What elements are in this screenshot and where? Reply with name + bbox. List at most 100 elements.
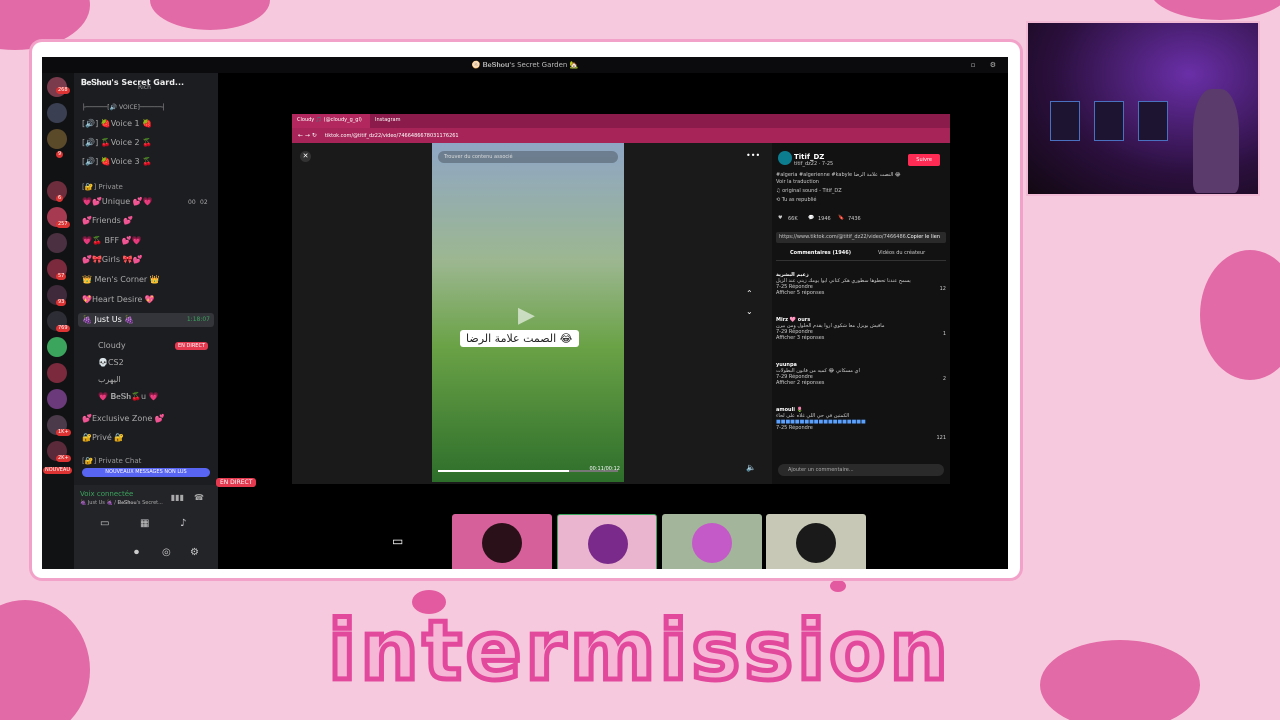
server-icon[interactable] <box>47 363 67 383</box>
server-icon[interactable] <box>47 129 67 149</box>
mic-icon[interactable]: ⏺ <box>134 547 139 558</box>
comment-likes[interactable]: 1 <box>943 331 946 337</box>
voice-channel[interactable]: 👑 Men's Corner 👑 <box>78 273 214 287</box>
like-count: 66K <box>788 216 798 222</box>
author-meta: titif_dz22 · 7-25 <box>794 161 834 167</box>
new-badge: NOUVEAU <box>43 467 72 474</box>
voice-category[interactable]: ├──────[🔊 VOICE]──────┤ <box>78 101 214 115</box>
tabs-divider <box>776 260 946 261</box>
comment-meta[interactable]: 7-25 Répondre <box>776 425 813 431</box>
private-chat-category[interactable]: [🔐] Private Chat <box>82 457 141 465</box>
browser-window: Cloudy 🎵 (@cloudy_g_gl) Instagram ← → ↻ … <box>292 114 950 484</box>
server-icon[interactable] <box>47 103 67 123</box>
voice-panel: Voix connectée 🍇 Just Us 🍇 / 𝐁𝐞𝐒𝐡𝐨𝐮's Se… <box>74 485 218 569</box>
disconnect-icon[interactable]: ☎ <box>194 493 204 502</box>
tab-comments[interactable]: Commentaires (1946) <box>790 250 851 256</box>
browser-tab[interactable]: Instagram <box>370 114 448 128</box>
avatar <box>588 524 628 564</box>
voice-channel[interactable]: [🔊] 🍓Voice 3 🍒 <box>78 155 214 169</box>
browser-tab[interactable]: Cloudy 🎵 (@cloudy_g_gl) <box>292 114 370 128</box>
show-replies[interactable]: Afficher 3 réponses <box>776 335 824 341</box>
copy-link-button[interactable]: Copier le lien <box>907 234 940 240</box>
headset-icon[interactable]: ◎ <box>162 547 171 558</box>
soundboard-icon[interactable]: ♪ <box>180 518 186 529</box>
server-badge: 9 <box>56 151 64 158</box>
show-replies[interactable]: Afficher 5 réponses <box>776 290 824 296</box>
monitor-icon: ▭ <box>392 534 404 548</box>
voice-channel[interactable]: [🔊] 🍒Voice 2 🍒 <box>78 136 214 150</box>
like-icon[interactable]: ♥ <box>778 215 782 221</box>
comment-item: yuunpa اي مسكاني 😂 كميه من قانون البطولا… <box>776 362 946 386</box>
signal-icon: ▮▮▮ <box>170 493 184 502</box>
follow-button[interactable]: Suivre <box>908 154 940 166</box>
voice-channel[interactable]: 💗🍒 BFF 💕💗 <box>78 234 214 248</box>
screen-tile[interactable]: ▭ <box>348 514 448 569</box>
monitor <box>1094 101 1124 141</box>
voice-channel[interactable]: 💖Heart Desire 💖 <box>78 293 214 307</box>
comment-icon[interactable]: 💬 <box>808 215 814 221</box>
participant-tile[interactable] <box>452 514 552 569</box>
member-cloudy[interactable]: Cloudy EN DIRECT <box>78 339 214 353</box>
author-name[interactable]: Titif_DZ <box>794 153 824 161</box>
voice-channel[interactable]: 💕🎀Girls 🎀💕 <box>78 253 214 267</box>
chevron-up-icon[interactable]: ⌃ <box>746 289 753 298</box>
voice-channel[interactable]: 🔐Privé 🔐 <box>78 431 214 445</box>
unread-banner[interactable]: NOUVEAUX MESSAGES NON LUS <box>82 468 210 477</box>
sound-link[interactable]: ♫ original sound - Titif_DZ <box>776 188 842 194</box>
url-field[interactable]: tiktok.com/@titif_dz22/video/74664866780… <box>325 133 625 139</box>
window-title: 🫓 𝐁𝐞𝐒𝐡𝐨𝐮's Secret Garden 🏡 <box>471 61 579 69</box>
webcam-overlay <box>1026 21 1260 196</box>
private-category[interactable]: [🔐] Private <box>82 183 123 191</box>
close-icon[interactable]: ✕ <box>300 151 311 162</box>
translate-link[interactable]: Voir la traduction <box>776 179 819 185</box>
bookmark-icon[interactable]: 🔖 <box>838 215 844 221</box>
play-icon[interactable]: ▶ <box>518 303 535 328</box>
user-count: 00 <box>188 199 196 206</box>
channel-partial[interactable]: Rich <box>134 81 194 95</box>
window-controls[interactable]: ▫ ⚙ <box>971 57 1002 73</box>
tiktok-page: ✕ Trouver du contenu associé ▶ الصمت علا… <box>292 143 950 484</box>
member-item[interactable]: اليهرب <box>78 373 214 387</box>
server-badge: 257 <box>56 221 70 228</box>
back-icon[interactable]: ← → ↻ <box>298 132 317 139</box>
server-icon[interactable] <box>47 337 67 357</box>
comment-likes[interactable]: 2 <box>943 376 946 382</box>
member-item[interactable]: 💗 𝐁𝐞𝐒𝐡🍒u 💗 <box>78 390 214 404</box>
avatar <box>482 523 522 563</box>
voice-channel[interactable]: 💕Exclusive Zone 💕 <box>78 412 214 426</box>
participant-tiles: ▭ <box>348 514 884 569</box>
voice-channel-selected[interactable]: 🍇 Just Us 🍇 1:18:07 <box>78 313 214 327</box>
server-icon[interactable] <box>47 389 67 409</box>
comment-input[interactable]: Ajouter un commentaire... <box>778 464 944 476</box>
participant-tile[interactable] <box>766 514 866 569</box>
server-badge: 268 <box>56 87 70 94</box>
comment-likes[interactable]: 12 <box>940 286 946 292</box>
video-player[interactable]: Trouver du contenu associé ▶ الصمت علامة… <box>432 143 624 482</box>
participant-tile[interactable] <box>557 514 657 569</box>
background-blob <box>1150 0 1280 20</box>
chevron-down-icon[interactable]: ⌄ <box>746 307 753 316</box>
comment-count: 1946 <box>818 216 831 222</box>
voice-channel-path[interactable]: 🍇 Just Us 🍇 / 𝐁𝐞𝐒𝐡𝐨𝐮's Secret... <box>80 500 163 506</box>
channel-timer: 1:18:07 <box>186 316 210 323</box>
server-icon[interactable] <box>47 233 67 253</box>
activities-icon[interactable]: ▦ <box>140 518 149 529</box>
screen-share-icon[interactable]: ▭ <box>100 518 109 529</box>
voice-channel[interactable]: [🔊] 🍓Voice 1 🍓 <box>78 117 214 131</box>
participant-tile[interactable] <box>662 514 762 569</box>
member-item[interactable]: 💀CS2 <box>78 356 214 370</box>
voice-channel[interactable]: 💕Friends 💕 <box>78 214 214 228</box>
more-icon[interactable]: ••• <box>746 151 760 160</box>
volume-icon[interactable]: 🔈 <box>746 463 756 472</box>
search-input[interactable]: Trouver du contenu associé <box>438 151 618 163</box>
window-titlebar: 🫓 𝐁𝐞𝐒𝐡𝐨𝐮's Secret Garden 🏡 ▫ ⚙ <box>42 57 1008 73</box>
monitor <box>1138 101 1168 141</box>
address-bar: ← → ↻ tiktok.com/@titif_dz22/video/74664… <box>292 128 950 143</box>
streamer <box>1193 89 1239 193</box>
comment-likes[interactable]: 121 <box>936 435 946 441</box>
avatar[interactable] <box>778 151 792 165</box>
tab-creator-videos[interactable]: Vidéos du créateur <box>878 250 925 256</box>
settings-icon[interactable]: ⚙ <box>190 547 199 558</box>
show-replies[interactable]: Afficher 2 réponses <box>776 380 824 386</box>
server-badge: 57 <box>56 273 67 280</box>
